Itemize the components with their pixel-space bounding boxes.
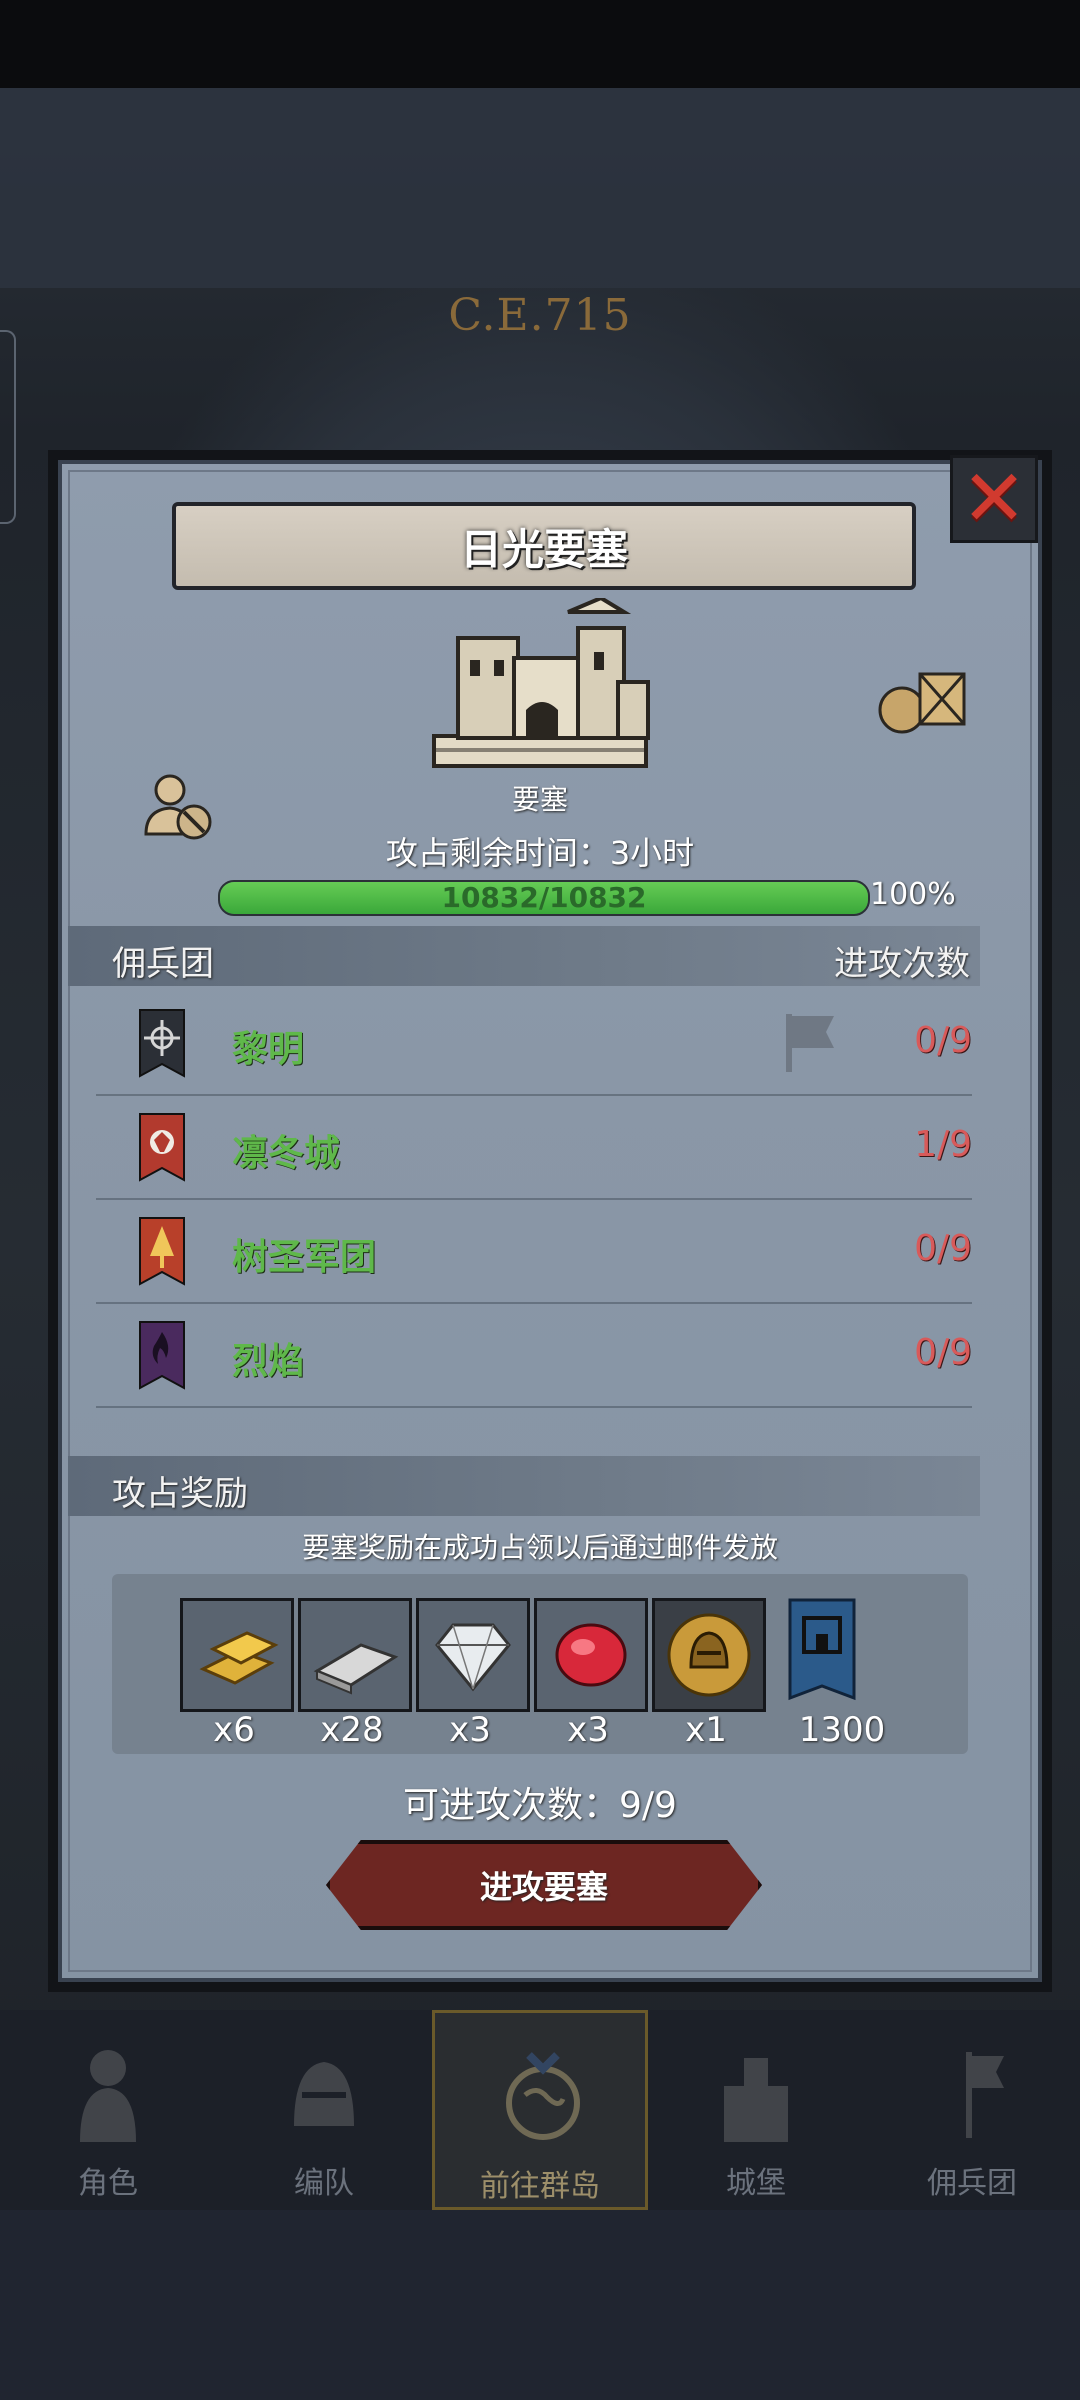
dawn-banner-icon (139, 1009, 185, 1078)
reward-item-iron[interactable] (298, 1598, 412, 1712)
nav-item-islands[interactable]: 前往群岛 (432, 2010, 648, 2210)
nav-item-mercenary[interactable]: 佣兵团 (864, 2010, 1080, 2210)
flag-icon (786, 1014, 834, 1072)
capture-progress-bar: 10832/10832 (218, 880, 870, 916)
bottom-nav: 角色 编队 前往群岛 城堡 佣兵团 (0, 2010, 1080, 2210)
user-blocked-icon[interactable] (142, 772, 214, 842)
nav-label: 编队 (294, 2166, 354, 2201)
nav-item-castle[interactable]: 城堡 (648, 2010, 864, 2210)
fortress-label: 要塞 (511, 783, 568, 816)
ruby-icon (537, 1601, 645, 1709)
attack-button-label: 进攻要塞 (479, 1868, 608, 1906)
progress-value: 10832/10832 (441, 881, 647, 914)
hand-flag-icon (966, 2052, 1004, 2138)
reward-qty: x28 (320, 1710, 384, 1750)
nav-label: 前往群岛 (480, 2169, 600, 2204)
mercenary-header: 佣兵团 (112, 944, 214, 984)
mercenary-row[interactable]: 黎明 0/9 (96, 990, 972, 1096)
mercenary-row[interactable]: 树圣军团 0/9 (96, 1198, 972, 1304)
reward-item-banner[interactable] (786, 1598, 858, 1706)
nav-item-character[interactable]: 角色 (0, 2010, 216, 2210)
attack-count: 0/9 (914, 1020, 972, 1061)
mercenary-name: 烈焰 (232, 1341, 305, 1382)
knight-icon (80, 2050, 136, 2142)
attacks-remaining: 可进攻次数：9/9 (403, 1785, 677, 1826)
page-title: 日光要塞 (459, 524, 628, 574)
mercenary-row[interactable]: 凛冬城 1/9 (96, 1094, 972, 1200)
reward-item-ruby[interactable] (534, 1598, 648, 1712)
tree-banner-icon (139, 1217, 185, 1286)
mercenary-name: 黎明 (232, 1029, 305, 1070)
fortress-castle-icon (432, 598, 650, 768)
supplies-bag-icon[interactable] (876, 664, 968, 736)
reward-qty: 1300 (798, 1710, 886, 1750)
attack-count: 1/9 (914, 1124, 972, 1165)
progress-percent: 100% (870, 877, 956, 912)
status-bar (0, 0, 1080, 88)
flame-banner-icon (139, 1321, 185, 1390)
mercenary-name: 树圣军团 (232, 1237, 377, 1278)
helmet-icon (294, 2062, 354, 2126)
close-icon: ✕ (961, 454, 1027, 544)
mercenary-name: 凛冬城 (232, 1133, 341, 1174)
globe-icon (506, 2052, 580, 2140)
side-tab[interactable] (0, 330, 16, 524)
title-plate: 日光要塞 (172, 502, 916, 590)
attack-count: 0/9 (914, 1228, 972, 1269)
diamond-icon (419, 1601, 527, 1709)
nav-label: 城堡 (726, 2166, 786, 2201)
helmet-medal-icon (655, 1601, 763, 1709)
bottom-band (0, 2210, 1080, 2400)
nav-label: 佣兵团 (927, 2166, 1017, 2201)
reward-qty: x3 (567, 1710, 609, 1750)
reward-item-diamond[interactable] (416, 1598, 530, 1712)
reward-header: 攻占奖励 (112, 1474, 248, 1514)
attack-count-header: 进攻次数 (834, 944, 970, 984)
capture-timer: 攻占剩余时间：3小时 (385, 834, 695, 872)
mercenary-row[interactable]: 烈焰 0/9 (96, 1302, 972, 1408)
era-label: C.E.715 (448, 290, 632, 341)
reward-qty: x1 (685, 1710, 727, 1750)
reward-item-medal[interactable] (652, 1598, 766, 1712)
close-button[interactable]: ✕ (950, 455, 1038, 543)
reward-qty: x3 (449, 1710, 491, 1750)
nav-item-formation[interactable]: 编队 (216, 2010, 432, 2210)
attack-count: 0/9 (914, 1332, 972, 1373)
winterfell-banner-icon (139, 1113, 185, 1182)
reward-qty: x6 (213, 1710, 255, 1750)
reward-note: 要塞奖励在成功占领以后通过邮件发放 (301, 1531, 778, 1564)
gold-bar-icon (183, 1601, 291, 1709)
attack-fortress-button[interactable]: 进攻要塞 (326, 1840, 762, 1930)
reward-item-gold[interactable] (180, 1598, 294, 1712)
nav-label: 角色 (78, 2166, 138, 2201)
castle-icon (724, 2058, 788, 2142)
iron-bar-icon (301, 1601, 409, 1709)
fortress-banner-icon (788, 1598, 856, 1701)
